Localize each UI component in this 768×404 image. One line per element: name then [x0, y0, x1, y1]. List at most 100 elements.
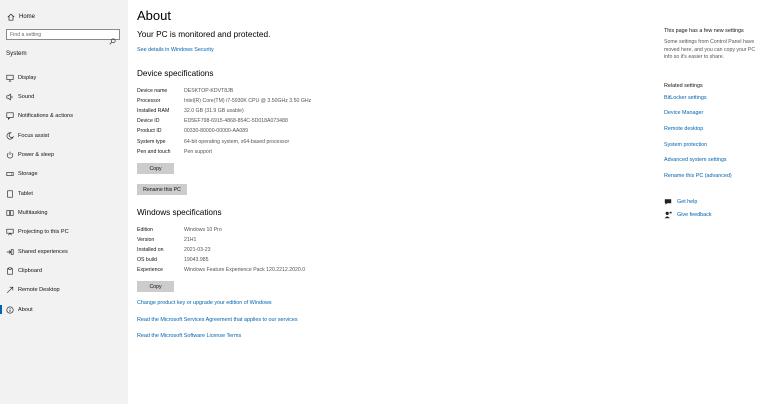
page-title: About — [137, 8, 171, 23]
section-label: System — [6, 50, 27, 57]
sidebar-item-remote-desktop[interactable]: Remote Desktop — [0, 281, 128, 300]
search-icon[interactable] — [109, 32, 116, 45]
search-input[interactable] — [7, 30, 109, 39]
sidebar-item-about[interactable]: About — [0, 300, 128, 319]
license-terms-link[interactable]: Read the Microsoft Software License Term… — [137, 333, 241, 339]
spec-value: 64-bit operating system, x64-based proce… — [184, 138, 290, 145]
spec-value: Windows 10 Pro — [184, 227, 222, 234]
sidebar-item-shared-experiences[interactable]: Shared experiences — [0, 242, 128, 261]
spec-key: Processor — [137, 98, 161, 105]
spec-row: Installed RAM 32.0 GB (31.9 GB usable) — [137, 106, 437, 116]
windows-specs-table: Edition Windows 10 Pro Version 21H1 Instal… — [137, 225, 437, 275]
spec-value: 21H1 — [184, 237, 197, 244]
focus-assist-icon — [6, 132, 14, 140]
sidebar-nav: Display Sound Notifications & actions Fo… — [0, 68, 128, 319]
get-help-row[interactable]: Get help — [664, 198, 697, 206]
sidebar-item-label: Power & sleep — [18, 151, 55, 158]
sidebar-item-label: About — [18, 306, 33, 313]
sidebar-item-notifications[interactable]: Notifications & actions — [0, 107, 128, 126]
spec-row: Device name DESKTOP-KDVT8JB — [137, 86, 437, 96]
copy-windows-specs-button[interactable]: Copy — [137, 281, 174, 292]
sidebar-item-label: Projecting to this PC — [18, 229, 69, 236]
spec-value: Windows Feature Experience Pack 120.2212… — [184, 267, 306, 274]
help-chat-icon — [664, 198, 672, 206]
system-protection-link[interactable]: System protection — [664, 142, 707, 148]
spec-value: 2021-03-23 — [184, 247, 211, 254]
spec-row: Edition Windows 10 Pro — [137, 225, 437, 235]
rename-pc-button[interactable]: Rename this PC — [137, 184, 187, 195]
give-feedback-row[interactable]: Give feedback — [664, 211, 711, 219]
spec-row: Experience Windows Feature Experience Pac… — [137, 265, 437, 275]
spec-row: Version 21H1 — [137, 235, 437, 245]
device-specs-heading: Device specifications — [137, 69, 214, 78]
sidebar-item-storage[interactable]: Storage — [0, 165, 128, 184]
sidebar-item-label: Multitasking — [18, 209, 48, 216]
home-icon — [6, 13, 15, 22]
spec-row: Product ID 00330-80000-00000-AA089 — [137, 126, 437, 136]
sound-icon — [6, 93, 14, 101]
sidebar-item-label: Shared experiences — [18, 248, 68, 255]
sidebar-item-power[interactable]: Power & sleep — [0, 145, 128, 164]
sidebar-item-tablet[interactable]: Tablet — [0, 184, 128, 203]
spec-value: Intel(R) Core(TM) i7-5930K CPU @ 3.50GHz… — [184, 98, 312, 105]
projecting-icon — [6, 228, 14, 236]
spec-value: Pen support — [184, 148, 212, 155]
new-settings-heading: This page has a few new settings — [664, 28, 744, 34]
services-agreement-link[interactable]: Read the Microsoft Services Agreement th… — [137, 317, 298, 323]
device-specs-table: Device name DESKTOP-KDVT8JB Processor Inte… — [137, 86, 437, 157]
tablet-icon — [6, 190, 14, 198]
protection-status: Your PC is monitored and protected. — [137, 29, 271, 39]
display-icon — [6, 74, 14, 82]
sidebar-item-sound[interactable]: Sound — [0, 87, 128, 106]
spec-value: DESKTOP-KDVT8JB — [184, 88, 234, 95]
sidebar-item-label: Display — [18, 74, 37, 81]
main-content: About Your PC is monitored and protected… — [137, 0, 537, 404]
sidebar-item-display[interactable]: Display — [0, 68, 128, 87]
sidebar-item-label: Remote Desktop — [18, 287, 60, 294]
sidebar-item-focus-assist[interactable]: Focus assist — [0, 126, 128, 145]
sidebar-item-clipboard[interactable]: Clipboard — [0, 261, 128, 280]
multitasking-icon — [6, 209, 14, 217]
spec-row: Pen and touch Pen support — [137, 147, 437, 157]
sidebar-item-label: Storage — [18, 171, 38, 178]
search-box[interactable] — [6, 29, 120, 45]
sidebar-item-label: Focus assist — [18, 132, 50, 139]
sidebar: Home System Display Sound Notifications … — [0, 0, 128, 404]
spec-key: Device ID — [137, 118, 160, 125]
selection-indicator — [0, 304, 2, 314]
related-settings-heading: Related settings — [664, 83, 703, 89]
sidebar-item-multitasking[interactable]: Multitasking — [0, 203, 128, 222]
home-label: Home — [19, 14, 36, 20]
copy-device-specs-button[interactable]: Copy — [137, 163, 174, 174]
home-nav-item[interactable]: Home — [6, 11, 35, 23]
spec-row: Device ID ED5EF798-6915-4868-854C-5D018A0… — [137, 116, 437, 126]
spec-row: OS build 19043.985 — [137, 255, 437, 265]
spec-row: Installed on 2021-03-23 — [137, 245, 437, 255]
get-help-link[interactable]: Get help — [677, 199, 697, 205]
bitlocker-settings-link[interactable]: BitLocker settings — [664, 95, 707, 101]
advanced-system-settings-link[interactable]: Advanced system settings — [664, 157, 727, 163]
remote-desktop-icon — [6, 286, 14, 294]
security-details-link[interactable]: See details in Windows Security — [137, 47, 214, 53]
windows-specs-heading: Windows specifications — [137, 208, 222, 217]
spec-key: OS build — [137, 257, 157, 264]
give-feedback-link[interactable]: Give feedback — [677, 212, 711, 218]
spec-key: Version — [137, 237, 155, 244]
sidebar-item-label: Notifications & actions — [18, 113, 74, 120]
spec-row: Processor Intel(R) Core(TM) i7-5930K CPU … — [137, 96, 437, 106]
spec-value: 00330-80000-00000-AA089 — [184, 128, 249, 135]
remote-desktop-link[interactable]: Remote desktop — [664, 126, 703, 132]
spec-value: 32.0 GB (31.9 GB usable) — [184, 108, 244, 115]
sidebar-item-projecting[interactable]: Projecting to this PC — [0, 223, 128, 242]
spec-key: Installed on — [137, 247, 164, 254]
spec-key: System type — [137, 138, 166, 145]
device-manager-link[interactable]: Device Manager — [664, 110, 703, 116]
spec-key: Product ID — [137, 128, 162, 135]
spec-key: Device name — [137, 88, 168, 95]
change-product-key-link[interactable]: Change product key or upgrade your editi… — [137, 300, 272, 306]
spec-key: Edition — [137, 227, 153, 234]
right-panel: This page has a few new settings Some se… — [664, 0, 764, 404]
rename-pc-advanced-link[interactable]: Rename this PC (advanced) — [664, 173, 732, 179]
sidebar-item-label: Clipboard — [18, 267, 42, 274]
spec-key: Installed RAM — [137, 108, 170, 115]
